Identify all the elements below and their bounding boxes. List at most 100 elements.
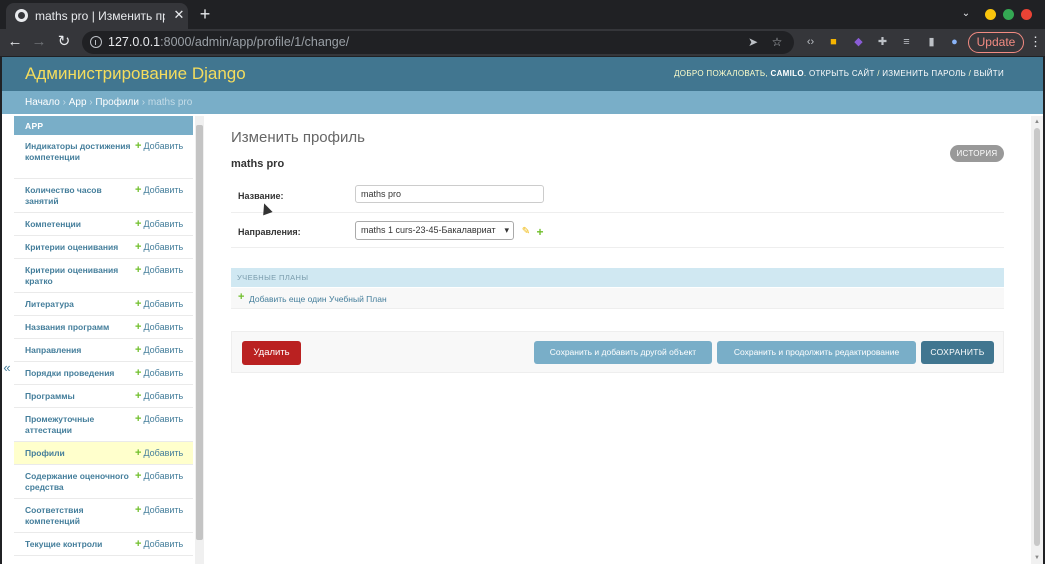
- change-password-link[interactable]: ИЗМЕНИТЬ ПАРОЛЬ: [882, 69, 966, 78]
- sidebar-item[interactable]: Количество часов занятий + Добавить: [14, 179, 193, 213]
- sidebar-item[interactable]: Критерии оценивания кратко + Добавить: [14, 259, 193, 293]
- site-branding[interactable]: Администрирование Django: [25, 64, 246, 84]
- pencil-icon[interactable]: ✎: [521, 227, 531, 237]
- sidebar-add-link[interactable]: + Добавить: [135, 538, 183, 550]
- sidebar-item-label[interactable]: Содержание оценочного средства: [25, 471, 133, 493]
- extension-icon[interactable]: ■: [826, 35, 841, 50]
- puzzle-icon[interactable]: ✚: [875, 35, 890, 50]
- sidebar-add-label: Добавить: [143, 448, 184, 458]
- send-icon[interactable]: ➤: [745, 34, 761, 50]
- sidebar-add-link[interactable]: + Добавить: [135, 298, 183, 310]
- sidebar-item-label[interactable]: Программы: [25, 391, 133, 402]
- save-and-continue-button[interactable]: Сохранить и продолжить редактирование: [717, 341, 916, 364]
- add-icon[interactable]: +: [535, 226, 545, 238]
- sidebar-add-link[interactable]: + Добавить: [135, 140, 183, 152]
- sidebar-item[interactable]: Порядки проведения + Добавить: [14, 362, 193, 385]
- sidebar-item-label[interactable]: Компетенции: [25, 219, 133, 230]
- sidebar-toggle-icon[interactable]: «: [2, 361, 12, 375]
- sidebar-add-link[interactable]: + Добавить: [135, 504, 183, 516]
- sidebar-item-label[interactable]: Количество часов занятий: [25, 185, 133, 207]
- sidebar-item-label[interactable]: Названия программ: [25, 322, 133, 333]
- maximize-button[interactable]: [1003, 9, 1014, 20]
- save-and-add-button[interactable]: Сохранить и добавить другой объект: [534, 341, 712, 364]
- sidebar-item[interactable]: Соответствия компетенций + Добавить: [14, 499, 193, 533]
- minimize-button[interactable]: [985, 9, 996, 20]
- sidebar-item-label[interactable]: Направления: [25, 345, 133, 356]
- close-icon[interactable]: ✕: [172, 7, 186, 23]
- add-icon: +: [135, 218, 142, 230]
- submit-row: Удалить Сохранить и добавить другой объе…: [231, 331, 1004, 373]
- reading-list-icon[interactable]: ≡: [899, 35, 914, 50]
- sidebar-scrollbar[interactable]: [195, 116, 204, 564]
- menu-icon[interactable]: ⋮: [1029, 34, 1042, 50]
- sidebar-item[interactable]: Названия программ + Добавить: [14, 316, 193, 339]
- sidebar-add-link[interactable]: + Добавить: [135, 184, 183, 196]
- sidebar-item-label[interactable]: Промежуточные аттестации: [25, 414, 133, 436]
- add-icon[interactable]: +: [238, 291, 244, 303]
- profile-avatar-icon[interactable]: ●: [947, 35, 962, 50]
- address-bar[interactable]: 127.0.0.1:8000/admin/app/profile/1/chang…: [82, 31, 794, 54]
- breadcrumb-home[interactable]: Начало: [25, 97, 60, 108]
- sidebar-add-link[interactable]: + Добавить: [135, 321, 183, 333]
- sidebar-item[interactable]: Компетенции + Добавить: [14, 213, 193, 236]
- sidebar-scroll-thumb[interactable]: [196, 125, 203, 540]
- sidebar-add-link[interactable]: + Добавить: [135, 413, 183, 425]
- sidebar-item-label[interactable]: Критерии оценивания кратко: [25, 265, 133, 287]
- scroll-up-icon[interactable]: ▲: [1031, 118, 1043, 126]
- logout-link[interactable]: ВЫЙТИ: [974, 69, 1004, 78]
- sidebar-add-link[interactable]: + Добавить: [135, 344, 183, 356]
- sidebar-item[interactable]: Индикаторы достижения компетенции + Добави…: [14, 135, 193, 179]
- sidebar-item-label[interactable]: Соответствия компетенций: [25, 505, 133, 527]
- history-button[interactable]: ИСТОРИЯ: [950, 145, 1004, 162]
- sidebar-item-label[interactable]: Индикаторы достижения компетенции: [25, 141, 133, 163]
- page-scroll-thumb[interactable]: [1034, 128, 1040, 546]
- direction-select[interactable]: maths 1 curs-23-45-Бакалавриат ▾: [355, 221, 514, 240]
- sidebar-item[interactable]: Промежуточные аттестации + Добавить: [14, 408, 193, 442]
- reload-icon[interactable]: ↻: [54, 32, 74, 52]
- sidebar-item[interactable]: Литература + Добавить: [14, 293, 193, 316]
- scroll-down-icon[interactable]: ▼: [1031, 554, 1043, 562]
- new-tab-button[interactable]: +: [197, 4, 213, 24]
- code-icon[interactable]: ‹›: [803, 35, 818, 50]
- sidebar-item-label[interactable]: Порядки проведения: [25, 368, 133, 379]
- info-icon[interactable]: [90, 36, 102, 48]
- name-label: Название:: [238, 191, 284, 201]
- breadcrumb-model[interactable]: Профили: [95, 97, 139, 108]
- sidebar-item[interactable]: Направления + Добавить: [14, 339, 193, 362]
- side-panel-icon[interactable]: ▮: [924, 35, 939, 50]
- sidebar-item[interactable]: Содержание оценочного средства + Добавить: [14, 465, 193, 499]
- breadcrumb-app[interactable]: App: [69, 97, 87, 108]
- back-icon[interactable]: ←: [5, 32, 25, 52]
- sidebar-add-link[interactable]: + Добавить: [135, 390, 183, 402]
- extension-icon[interactable]: ◆: [851, 35, 866, 50]
- chevron-down-icon[interactable]: ⌄: [960, 8, 972, 20]
- sidebar-item[interactable]: Профили + Добавить: [14, 442, 193, 465]
- sidebar-add-link[interactable]: + Добавить: [135, 264, 183, 276]
- sidebar-item[interactable]: Критерии оценивания + Добавить: [14, 236, 193, 259]
- save-button[interactable]: СОХРАНИТЬ: [921, 341, 994, 364]
- view-site-link[interactable]: ОТКРЫТЬ САЙТ: [809, 69, 875, 78]
- sidebar-add-link[interactable]: + Добавить: [135, 367, 183, 379]
- sidebar-item-label[interactable]: Текущие контроли: [25, 539, 133, 550]
- sidebar-item-label[interactable]: Литература: [25, 299, 133, 310]
- sidebar-item[interactable]: Текущие контроли + Добавить: [14, 533, 193, 556]
- sidebar-add-link[interactable]: + Добавить: [135, 447, 183, 459]
- add-icon: +: [135, 264, 142, 276]
- page-viewport: Администрирование Django ДОБРО ПОЖАЛОВАТ…: [2, 57, 1043, 564]
- sidebar-item[interactable]: Программы + Добавить: [14, 385, 193, 408]
- browser-tab[interactable]: maths pro | Изменить профи ✕: [6, 3, 188, 29]
- page-scrollbar[interactable]: ▲ ▼: [1031, 116, 1043, 564]
- close-window-button[interactable]: [1021, 9, 1032, 20]
- sidebar-add-link[interactable]: + Добавить: [135, 470, 183, 482]
- sidebar-item-label[interactable]: Критерии оценивания: [25, 242, 133, 253]
- forward-icon[interactable]: →: [29, 32, 49, 52]
- sidebar-add-link[interactable]: + Добавить: [135, 241, 183, 253]
- sidebar-add-link[interactable]: + Добавить: [135, 218, 183, 230]
- sidebar-item-label[interactable]: Профили: [25, 448, 133, 459]
- add-inline-link[interactable]: Добавить еще один Учебный План: [249, 294, 387, 304]
- sidebar-caption[interactable]: APP: [14, 116, 193, 135]
- star-icon[interactable]: ☆: [769, 34, 785, 50]
- delete-button[interactable]: Удалить: [242, 341, 301, 365]
- update-button[interactable]: Update: [968, 32, 1024, 53]
- name-input[interactable]: maths pro: [355, 185, 544, 203]
